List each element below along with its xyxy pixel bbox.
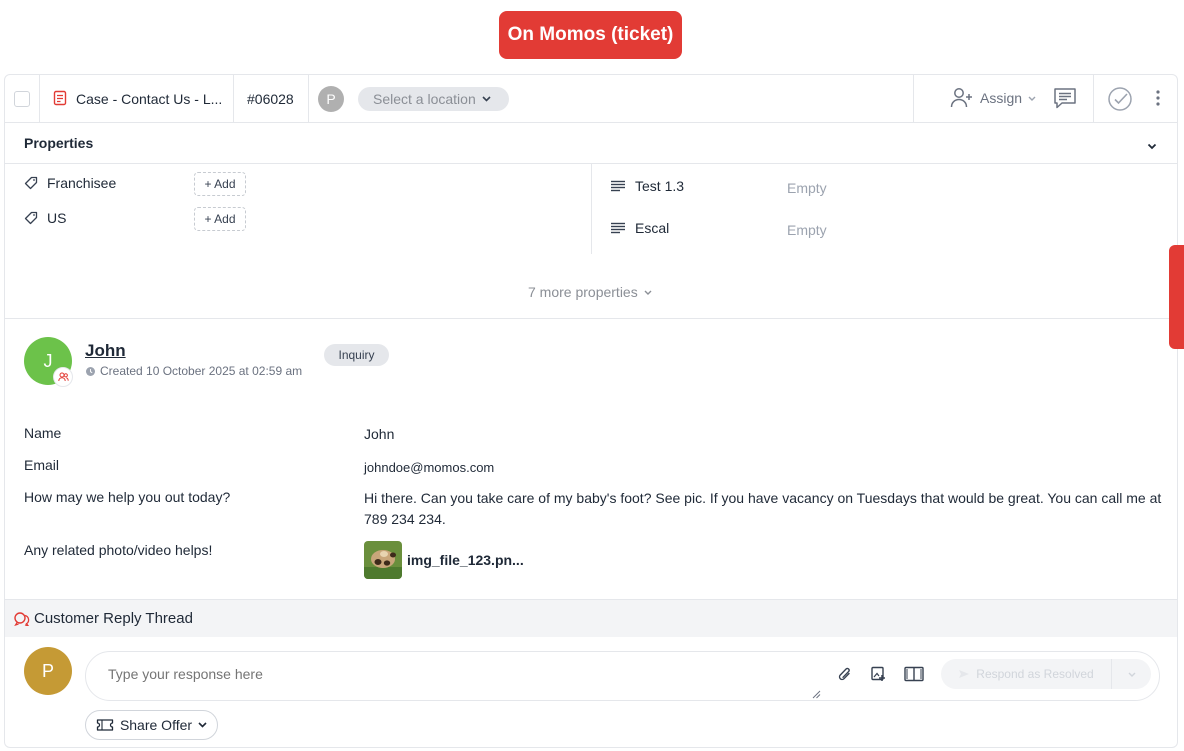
case-form-icon xyxy=(53,90,67,111)
divider xyxy=(5,318,1177,319)
properties-header[interactable]: Properties xyxy=(5,123,1177,164)
agent-avatar: P xyxy=(24,647,72,695)
add-us-button[interactable]: + Add xyxy=(194,207,246,231)
ticket-id: #06028 xyxy=(247,91,294,107)
tag-row-franchisee: Franchisee xyxy=(24,175,116,191)
page-banner: On Momos (ticket) xyxy=(499,11,682,59)
field-label-help: How may we help you out today? xyxy=(24,489,231,505)
add-franchisee-button[interactable]: + Add xyxy=(194,172,246,196)
reply-composer: Respond as Resolved xyxy=(85,651,1160,701)
properties-title: Properties xyxy=(24,135,94,151)
property-escal: Escal xyxy=(611,220,669,236)
created-timestamp: Created 10 October 2025 at 02:59 am xyxy=(86,364,302,378)
chevron-down-icon xyxy=(1028,96,1036,101)
respond-resolved-main[interactable]: Respond as Resolved xyxy=(941,659,1112,689)
chevron-down-icon xyxy=(198,722,207,728)
ticket-card: Case - Contact Us - L... #06028 P Select… xyxy=(4,74,1178,748)
property-value[interactable]: Empty xyxy=(787,180,827,196)
property-value[interactable]: Empty xyxy=(787,222,827,238)
attachment-thumbnail[interactable] xyxy=(364,541,402,579)
add-user-icon xyxy=(950,88,972,108)
location-select[interactable]: Select a location xyxy=(358,87,509,111)
divider xyxy=(233,75,234,123)
customer-badge xyxy=(53,367,73,387)
field-label-name: Name xyxy=(24,425,62,441)
tag-icon xyxy=(24,176,38,190)
customer-name-link[interactable]: John xyxy=(85,341,126,361)
share-offer-label: Share Offer xyxy=(119,717,193,733)
divider xyxy=(1093,75,1094,123)
users-icon xyxy=(57,372,69,382)
share-offer-button[interactable]: Share Offer xyxy=(85,710,218,740)
resolve-check-icon[interactable] xyxy=(1107,86,1133,117)
reply-thread-title: Customer Reply Thread xyxy=(34,610,193,627)
chevron-down-icon xyxy=(1128,672,1135,677)
tag-label: US xyxy=(47,210,67,226)
property-label: Escal xyxy=(635,220,670,236)
add-image-icon[interactable] xyxy=(871,666,886,687)
tag-icon xyxy=(24,211,38,225)
text-lines-icon xyxy=(611,180,625,192)
divider xyxy=(308,75,309,123)
text-lines-icon xyxy=(611,222,625,234)
reply-thread-header: Customer Reply Thread xyxy=(5,599,1177,637)
created-label: Created 10 October 2025 at 02:59 am xyxy=(100,364,303,378)
notes-icon[interactable] xyxy=(1053,87,1077,115)
field-value-name: John xyxy=(364,426,395,442)
location-select-label: Select a location xyxy=(373,91,476,107)
respond-resolved-button[interactable]: Respond as Resolved xyxy=(941,659,1151,689)
field-label-email: Email xyxy=(24,457,60,473)
divider xyxy=(591,164,592,254)
field-label-attachment: Any related photo/video helps! xyxy=(24,542,213,558)
property-test-1-3: Test 1.3 xyxy=(611,178,684,194)
attachment-filename[interactable]: img_file_123.pn... xyxy=(407,552,524,568)
more-properties-toggle[interactable]: 7 more properties xyxy=(528,284,652,300)
select-checkbox[interactable] xyxy=(14,91,30,107)
reply-input[interactable] xyxy=(108,666,808,682)
clock-icon xyxy=(86,366,95,376)
respond-options-dropdown[interactable] xyxy=(1112,672,1151,677)
case-title[interactable]: Case - Contact Us - L... xyxy=(76,91,222,107)
field-value-help: Hi there. Can you take care of my baby's… xyxy=(364,490,1162,527)
chat-bubbles-icon xyxy=(14,611,30,626)
ticket-toolbar: Case - Contact Us - L... #06028 P Select… xyxy=(5,75,1177,123)
side-panel-tab[interactable] xyxy=(1169,245,1184,349)
send-icon xyxy=(959,670,970,678)
field-value-email: johndoe@momos.com xyxy=(364,460,495,475)
resize-grip-icon[interactable] xyxy=(812,686,821,704)
assign-label: Assign xyxy=(980,90,1023,106)
assign-button[interactable]: Assign xyxy=(950,87,1036,109)
paperclip-icon[interactable] xyxy=(838,666,852,688)
tag-label: Franchisee xyxy=(47,175,117,191)
category-badge: Inquiry xyxy=(324,344,389,366)
knowledge-book-icon[interactable] xyxy=(904,666,924,687)
chevron-down-icon xyxy=(482,96,491,102)
assignee-avatar[interactable]: P xyxy=(318,86,344,112)
more-options-icon[interactable] xyxy=(1155,89,1161,112)
respond-resolved-label: Respond as Resolved xyxy=(976,667,1094,681)
property-label: Test 1.3 xyxy=(635,178,685,194)
chevron-down-icon[interactable] xyxy=(1147,137,1157,155)
more-properties-label: 7 more properties xyxy=(528,284,638,300)
tag-row-us: US xyxy=(24,210,66,226)
chevron-down-icon xyxy=(644,290,652,295)
ticket-icon xyxy=(96,719,114,731)
divider xyxy=(39,75,40,123)
divider xyxy=(913,75,914,123)
